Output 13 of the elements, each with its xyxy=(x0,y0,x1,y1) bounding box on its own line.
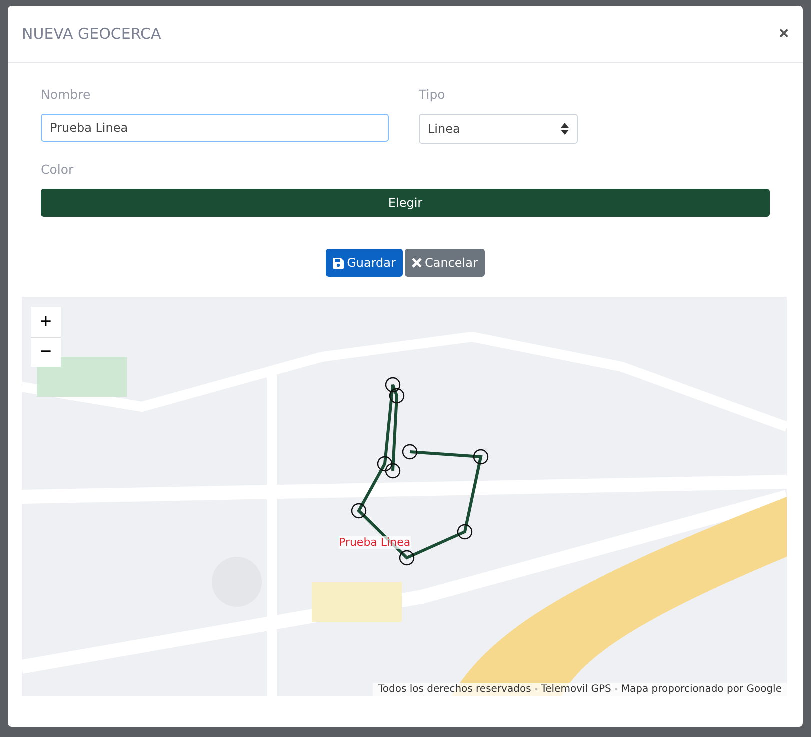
field-label: Nombre xyxy=(41,87,92,102)
map-attribution: Todos los derechos reservados - Telemovil GPS - Mapa proporcionado por Google xyxy=(373,683,787,696)
color-picker-button[interactable]: Elegir xyxy=(41,189,770,217)
field-label: Tipo xyxy=(419,87,446,102)
close-button[interactable]: × xyxy=(779,24,789,44)
save-button[interactable]: Guardar xyxy=(326,249,403,277)
dialog-title: NUEVA GEOCERCA xyxy=(22,25,162,43)
zoom-out-button[interactable]: − xyxy=(31,337,61,367)
field-label: Color xyxy=(41,162,75,177)
shape-label: Prueba Linea xyxy=(339,536,411,549)
cancel-button[interactable]: Cancelar xyxy=(404,249,485,277)
type-select[interactable]: Linea xyxy=(419,114,578,144)
name-input[interactable]: Prueba Linea xyxy=(41,114,389,142)
